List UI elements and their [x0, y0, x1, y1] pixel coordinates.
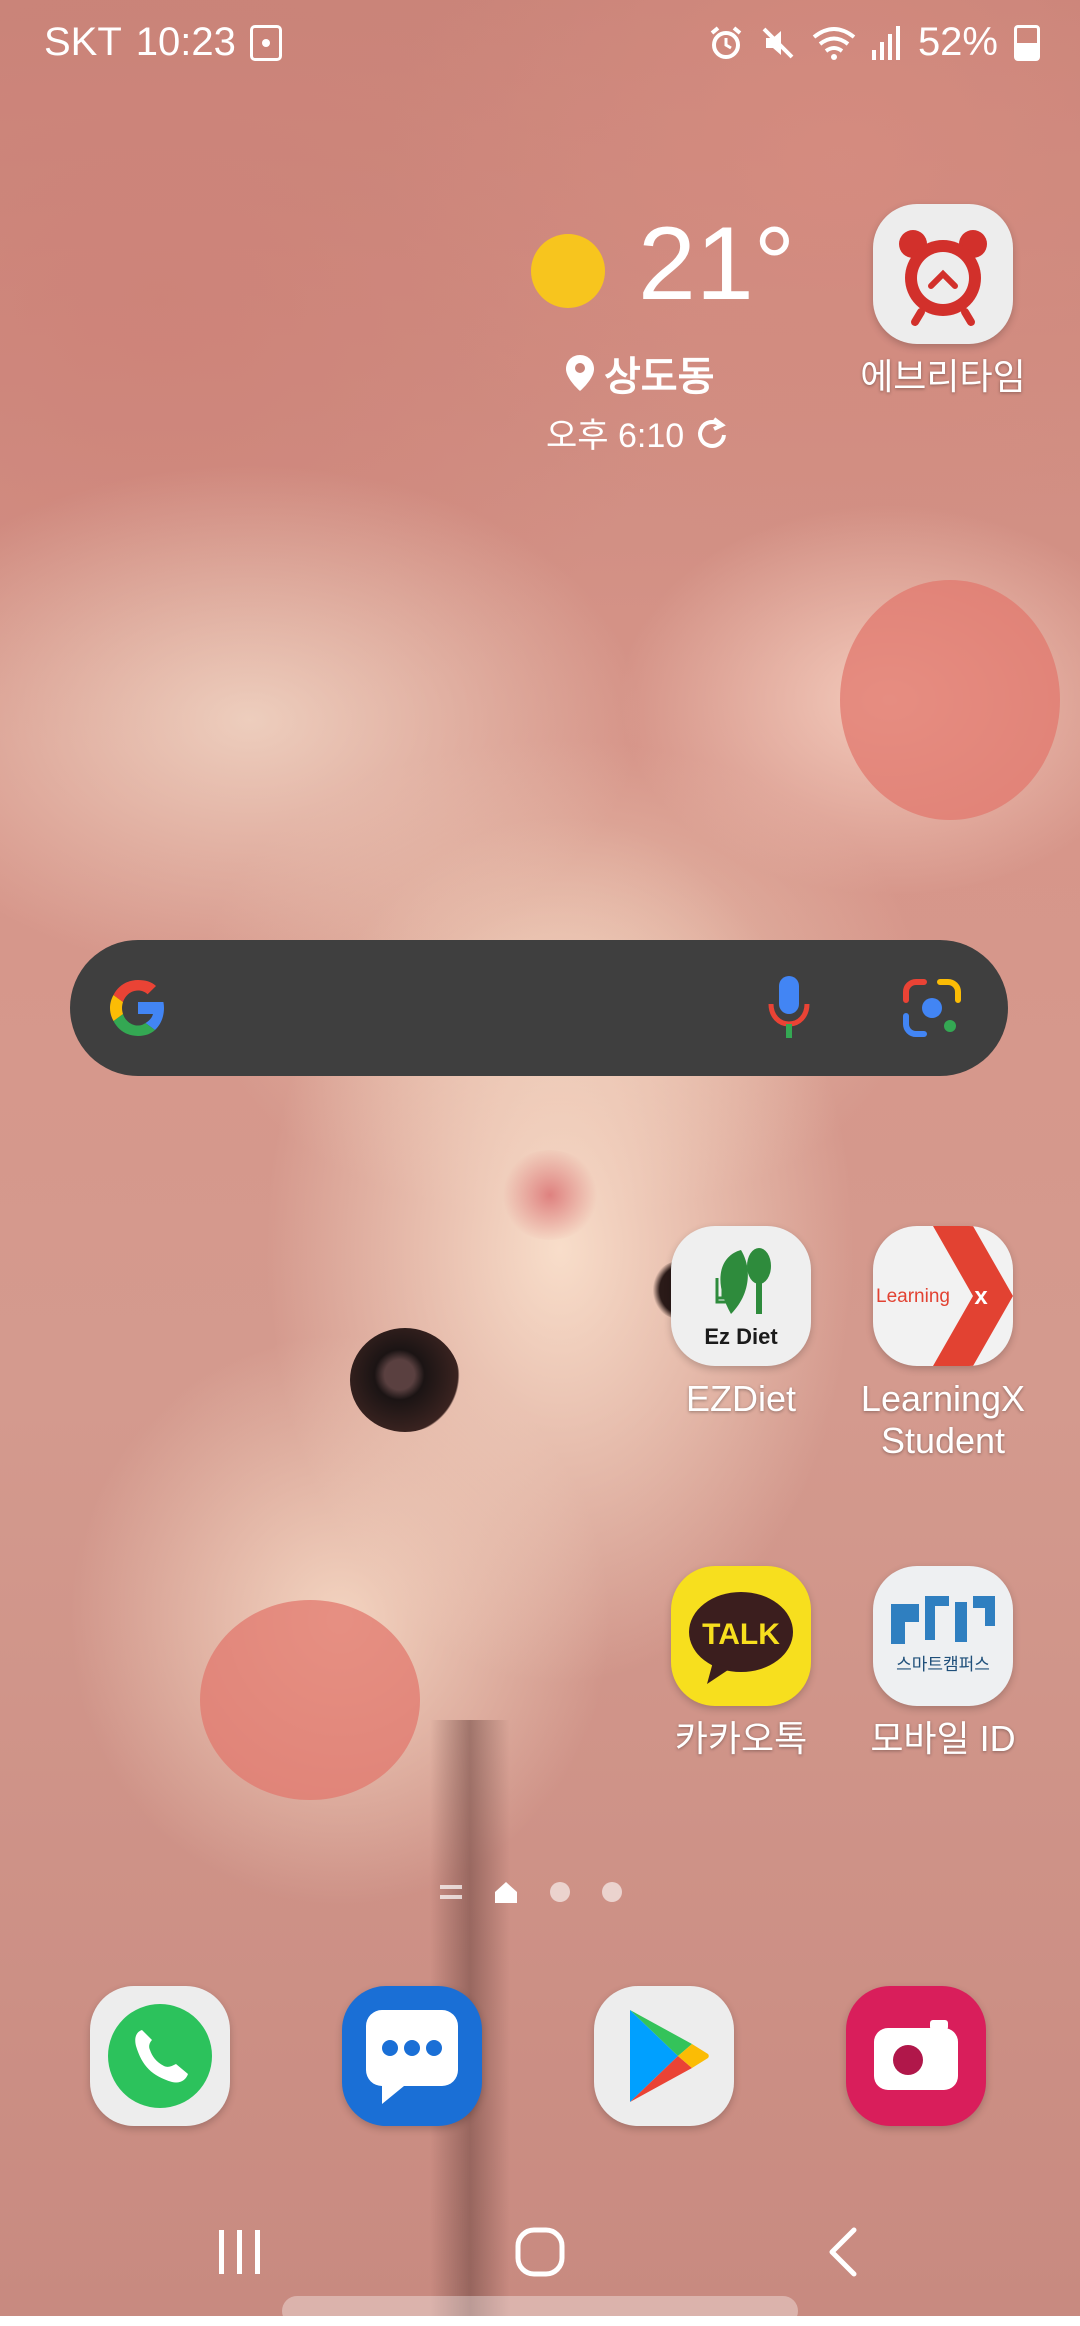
back-button[interactable] — [804, 2220, 884, 2284]
status-bar-right: 52% — [708, 20, 1040, 65]
ezdiet-logo-text: Ez Diet — [704, 1324, 778, 1349]
battery-percent: 52% — [917, 20, 998, 64]
recent-apps-button[interactable] — [200, 2220, 280, 2284]
app-label-line: Student — [880, 1420, 1006, 1461]
mobile-id-logo-text: 스마트캠퍼스 — [896, 1655, 990, 1675]
phone-app-icon[interactable] — [90, 1986, 230, 2126]
recent-apps-icon — [219, 2230, 260, 2274]
wifi-icon — [812, 26, 856, 60]
page-indicator[interactable] — [440, 1880, 622, 1904]
kakaotalk-logo-text: TALK — [702, 1618, 780, 1651]
screenshot-icon — [249, 24, 282, 61]
google-logo-icon — [110, 980, 164, 1036]
svg-text:x: x — [974, 1283, 988, 1310]
location-pin-icon — [566, 355, 594, 391]
app-label: LearningX Student — [843, 1378, 1043, 1462]
kakaotalk-app-icon: TALK — [671, 1566, 811, 1706]
home-page-indicator-icon — [495, 1882, 517, 1903]
page-dot — [602, 1882, 622, 1902]
microphone-icon[interactable] — [765, 974, 813, 1042]
battery-icon — [1014, 24, 1040, 61]
app-label-line: LearningX — [860, 1378, 1026, 1419]
learningx-logo-text: Learning — [876, 1286, 950, 1307]
weather-updated: 오후 6:10 — [546, 408, 730, 457]
sun-icon — [531, 234, 605, 308]
home-icon — [515, 2227, 565, 2277]
play-store-app-icon[interactable] — [594, 1986, 734, 2126]
learningx-app-icon: Learning x — [873, 1226, 1013, 1366]
google-lens-icon[interactable] — [900, 976, 964, 1040]
app-label: 에브리타임 — [860, 356, 1026, 397]
wallpaper-paw — [840, 580, 1060, 820]
page-dot — [550, 1882, 570, 1902]
camera-app-icon[interactable] — [846, 1986, 986, 2126]
location-label: 상도동 — [604, 355, 715, 399]
app-label: 모바일 ID — [870, 1718, 1016, 1759]
home-button[interactable] — [500, 2220, 580, 2284]
everytime-app-icon — [873, 204, 1013, 344]
ezdiet-app-icon: Ez Diet — [671, 1226, 811, 1366]
app-kakaotalk[interactable]: TALK 카카오톡 — [641, 1566, 841, 1760]
weather-location: 상도동 — [566, 344, 714, 402]
app-label: 카카오톡 — [674, 1718, 808, 1759]
app-mobile-id[interactable]: 스마트캠퍼스 모바일 ID — [843, 1566, 1043, 1760]
gesture-handle[interactable] — [282, 2296, 798, 2326]
signal-icon — [871, 25, 900, 60]
back-icon — [829, 2227, 857, 2277]
alarm-icon — [710, 25, 742, 59]
refresh-icon[interactable] — [694, 415, 730, 451]
temperature: 21° — [638, 206, 796, 322]
status-bar-left: SKT 10:23 — [44, 20, 282, 65]
page-list-icon — [440, 1885, 462, 1899]
app-learningx[interactable]: Learning x LearningX Student — [843, 1226, 1043, 1462]
mobile-id-app-icon: 스마트캠퍼스 — [873, 1566, 1013, 1706]
app-ezdiet[interactable]: Ez Diet EZDiet — [641, 1226, 841, 1420]
clock: 10:23 — [135, 20, 236, 64]
app-label: EZDiet — [685, 1378, 797, 1419]
updated-time: 오후 6:10 — [546, 417, 685, 455]
wallpaper-paw — [200, 1600, 420, 1800]
wallpaper-eye — [350, 1328, 460, 1432]
carrier-label: SKT — [44, 20, 122, 64]
status-bar: SKT 10:23 52% — [0, 0, 1080, 92]
wallpaper-nose — [500, 1150, 600, 1240]
google-search-bar[interactable] — [70, 940, 1008, 1076]
mute-icon — [762, 27, 794, 58]
messages-app-icon[interactable] — [342, 1986, 482, 2126]
app-everytime[interactable]: 에브리타임 — [843, 204, 1043, 398]
